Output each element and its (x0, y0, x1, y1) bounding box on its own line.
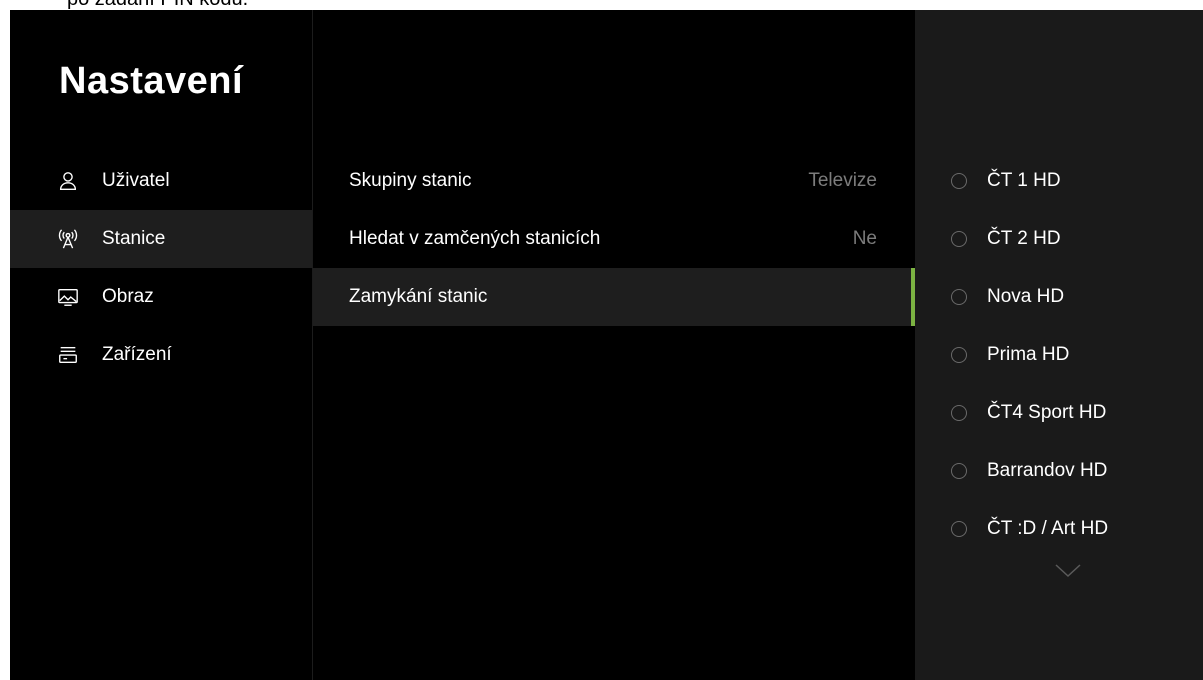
chevron-down-icon[interactable] (1054, 563, 1082, 579)
station-name: Prima HD (987, 344, 1070, 365)
station-item[interactable]: Barrandov HD (915, 442, 1203, 500)
radio-button[interactable] (951, 347, 967, 363)
station-item[interactable]: ČT 1 HD (915, 152, 1203, 210)
station-panel: ČT 1 HD ČT 2 HD Nova HD Prima HD ČT4 Spo… (915, 10, 1203, 680)
setting-lock-stations[interactable]: Zamykání stanic (313, 268, 915, 326)
station-item[interactable]: Nova HD (915, 268, 1203, 326)
station-item[interactable]: Prima HD (915, 326, 1203, 384)
nav-item-picture[interactable]: Obraz (10, 268, 312, 326)
setting-station-groups[interactable]: Skupiny stanic Televize (313, 152, 915, 210)
nav-item-device[interactable]: Zařízení (10, 326, 312, 384)
setting-label: Hledat v zamčených stanicích (349, 228, 601, 249)
setting-search-locked[interactable]: Hledat v zamčených stanicích Ne (313, 210, 915, 268)
settings-nav: Nastavení Uživatel Stanice Obraz Zařízen… (10, 10, 312, 680)
page-title: Nastavení (59, 60, 244, 102)
nav-item-label: Zařízení (102, 344, 172, 365)
nav-item-label: Stanice (102, 228, 166, 249)
station-name: ČT4 Sport HD (987, 402, 1107, 423)
radio-button[interactable] (951, 405, 967, 421)
nav-item-label: Uživatel (102, 170, 170, 191)
radio-button[interactable] (951, 173, 967, 189)
station-list: ČT 1 HD ČT 2 HD Nova HD Prima HD ČT4 Spo… (915, 152, 1203, 558)
nav-item-label: Obraz (102, 286, 154, 307)
station-name: ČT 2 HD (987, 228, 1061, 249)
document-caption: po zadání PIN kódu. (67, 0, 248, 10)
nav-list: Uživatel Stanice Obraz Zařízení (10, 152, 312, 384)
station-name: ČT 1 HD (987, 170, 1061, 191)
user-icon (56, 169, 80, 193)
setting-label: Zamykání stanic (349, 286, 488, 307)
station-item[interactable]: ČT4 Sport HD (915, 384, 1203, 442)
settings-list: Skupiny stanic Televize Hledat v zamčený… (313, 152, 915, 326)
station-name: Nova HD (987, 286, 1065, 307)
setting-value: Televize (808, 170, 877, 191)
antenna-icon (56, 227, 80, 251)
tv-settings-screen: Nastavení Uživatel Stanice Obraz Zařízen… (10, 10, 1203, 680)
nav-item-stations[interactable]: Stanice (10, 210, 312, 268)
setting-value: Ne (852, 228, 877, 249)
device-icon (56, 343, 80, 367)
page: po zadání PIN kódu. Nastavení Uživatel (0, 0, 1203, 680)
setting-label: Skupiny stanic (349, 170, 472, 191)
radio-button[interactable] (951, 289, 967, 305)
station-name: Barrandov HD (987, 460, 1108, 481)
picture-icon (56, 285, 80, 309)
station-item[interactable]: ČT :D / Art HD (915, 500, 1203, 558)
station-item[interactable]: ČT 2 HD (915, 210, 1203, 268)
radio-button[interactable] (951, 463, 967, 479)
station-name: ČT :D / Art HD (987, 518, 1109, 539)
settings-panel: Skupiny stanic Televize Hledat v zamčený… (313, 10, 915, 680)
radio-button[interactable] (951, 521, 967, 537)
nav-item-user[interactable]: Uživatel (10, 152, 312, 210)
radio-button[interactable] (951, 231, 967, 247)
